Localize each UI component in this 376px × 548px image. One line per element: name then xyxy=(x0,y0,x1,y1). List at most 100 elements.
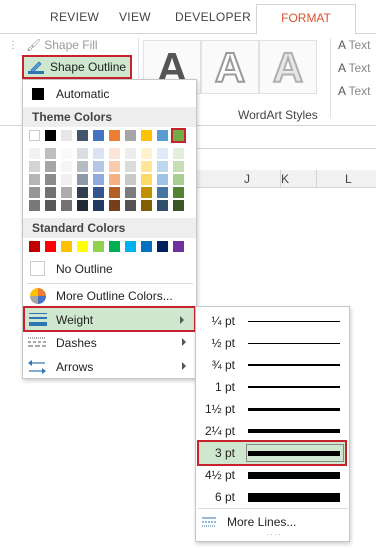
theme-shade-swatch[interactable] xyxy=(93,187,104,198)
theme-shade-swatch[interactable] xyxy=(77,200,88,211)
shape-fill-button[interactable]: 🖌 Shape Fill xyxy=(26,38,98,52)
tab-view[interactable]: VIEW xyxy=(119,10,151,24)
weight-option[interactable]: 2¼ pt xyxy=(196,420,349,442)
wordart-style-3[interactable]: A xyxy=(259,40,317,94)
theme-shade-swatch[interactable] xyxy=(125,187,136,198)
theme-shade-swatch[interactable] xyxy=(61,148,72,159)
theme-shade-swatch[interactable] xyxy=(157,187,168,198)
theme-shade-swatch[interactable] xyxy=(109,148,120,159)
standard-color-swatch[interactable] xyxy=(77,241,88,252)
theme-shade-swatch[interactable] xyxy=(109,161,120,172)
theme-shade-swatch[interactable] xyxy=(173,161,184,172)
theme-shade-swatch[interactable] xyxy=(45,200,56,211)
weight-option[interactable]: 6 pt xyxy=(196,486,349,508)
theme-color-swatch[interactable] xyxy=(77,130,88,141)
theme-shade-swatch[interactable] xyxy=(77,148,88,159)
text-outline-button[interactable]: A Text xyxy=(338,61,370,75)
theme-shade-swatch[interactable] xyxy=(141,187,152,198)
theme-shade-swatch[interactable] xyxy=(173,187,184,198)
theme-color-swatch[interactable] xyxy=(29,130,40,141)
theme-shade-swatch[interactable] xyxy=(61,187,72,198)
theme-shade-swatch[interactable] xyxy=(93,161,104,172)
automatic-item[interactable]: Automatic xyxy=(23,83,196,105)
text-fill-button[interactable]: A Text xyxy=(338,38,370,52)
theme-shade-swatch[interactable] xyxy=(157,174,168,185)
theme-shade-swatch[interactable] xyxy=(173,174,184,185)
theme-shade-swatch[interactable] xyxy=(173,200,184,211)
theme-shade-swatch[interactable] xyxy=(125,161,136,172)
theme-shade-swatch[interactable] xyxy=(173,148,184,159)
theme-shade-swatch[interactable] xyxy=(29,174,40,185)
theme-color-swatch[interactable] xyxy=(141,130,152,141)
tab-developer[interactable]: DEVELOPER xyxy=(175,10,251,24)
theme-color-swatch[interactable] xyxy=(157,130,168,141)
theme-shade-swatch[interactable] xyxy=(61,161,72,172)
theme-shade-swatch[interactable] xyxy=(61,174,72,185)
theme-shade-swatch[interactable] xyxy=(109,174,120,185)
column-header-j[interactable]: J xyxy=(244,172,250,186)
text-effects-button[interactable]: A Text xyxy=(338,84,370,98)
theme-color-swatch[interactable] xyxy=(171,128,186,143)
dashes-item[interactable]: Dashes xyxy=(23,332,196,354)
theme-shade-swatch[interactable] xyxy=(109,187,120,198)
weight-option[interactable]: 3 pt xyxy=(196,442,349,464)
weight-option[interactable]: 1½ pt xyxy=(196,398,349,420)
theme-shade-swatch[interactable] xyxy=(45,187,56,198)
standard-color-swatch[interactable] xyxy=(157,241,168,252)
standard-color-swatch[interactable] xyxy=(29,241,40,252)
weight-option[interactable]: 4½ pt xyxy=(196,464,349,486)
theme-shade-swatch[interactable] xyxy=(141,174,152,185)
resize-grip-icon[interactable]: ···· xyxy=(266,529,282,539)
theme-shade-swatch[interactable] xyxy=(93,174,104,185)
weight-option[interactable]: ¾ pt xyxy=(196,354,349,376)
no-outline-item[interactable]: No Outline xyxy=(23,258,196,280)
theme-color-swatch[interactable] xyxy=(125,130,136,141)
theme-shade-swatch[interactable] xyxy=(29,161,40,172)
theme-shade-swatch[interactable] xyxy=(157,161,168,172)
theme-shade-swatch[interactable] xyxy=(125,200,136,211)
wordart-style-2[interactable]: A xyxy=(201,40,259,94)
theme-shade-swatch[interactable] xyxy=(77,161,88,172)
standard-color-swatch[interactable] xyxy=(125,241,136,252)
weight-option[interactable]: 1 pt xyxy=(196,376,349,398)
theme-color-swatch[interactable] xyxy=(93,130,104,141)
theme-shade-swatch[interactable] xyxy=(157,148,168,159)
theme-color-swatch[interactable] xyxy=(61,130,72,141)
theme-shade-swatch[interactable] xyxy=(109,200,120,211)
theme-shade-swatch[interactable] xyxy=(45,148,56,159)
theme-shade-swatch[interactable] xyxy=(157,200,168,211)
standard-color-swatch[interactable] xyxy=(109,241,120,252)
theme-shade-swatch[interactable] xyxy=(93,200,104,211)
theme-shade-swatch[interactable] xyxy=(93,148,104,159)
arrows-item[interactable]: Arrows xyxy=(23,356,196,378)
theme-shade-swatch[interactable] xyxy=(141,148,152,159)
theme-shade-swatch[interactable] xyxy=(29,148,40,159)
column-header-l[interactable]: L xyxy=(345,172,352,186)
theme-color-swatch[interactable] xyxy=(45,130,56,141)
theme-shade-swatch[interactable] xyxy=(125,174,136,185)
theme-shade-swatch[interactable] xyxy=(77,174,88,185)
standard-color-swatch[interactable] xyxy=(61,241,72,252)
theme-shade-swatch[interactable] xyxy=(29,187,40,198)
theme-shade-swatch[interactable] xyxy=(125,148,136,159)
tab-review[interactable]: REVIEW xyxy=(50,10,99,24)
standard-color-swatch[interactable] xyxy=(93,241,104,252)
weight-item[interactable]: Weight xyxy=(23,306,196,332)
theme-shade-swatch[interactable] xyxy=(45,174,56,185)
theme-shade-swatch[interactable] xyxy=(61,200,72,211)
theme-shade-swatch[interactable] xyxy=(77,187,88,198)
theme-shade-swatch[interactable] xyxy=(141,161,152,172)
weight-option[interactable]: ¼ pt xyxy=(196,310,349,332)
theme-color-swatch[interactable] xyxy=(109,130,120,141)
theme-shade-swatch[interactable] xyxy=(45,161,56,172)
more-outline-colors-item[interactable]: More Outline Colors... xyxy=(23,285,196,307)
tab-format[interactable]: FORMAT xyxy=(256,4,356,35)
weight-option[interactable]: ½ pt xyxy=(196,332,349,354)
theme-shade-swatch[interactable] xyxy=(29,200,40,211)
column-header-k[interactable]: K xyxy=(281,172,289,186)
standard-color-swatch[interactable] xyxy=(173,241,184,252)
shape-outline-button[interactable]: Shape Outline ▾ xyxy=(22,55,132,87)
standard-color-swatch[interactable] xyxy=(45,241,56,252)
theme-shade-swatch[interactable] xyxy=(141,200,152,211)
standard-color-swatch[interactable] xyxy=(141,241,152,252)
